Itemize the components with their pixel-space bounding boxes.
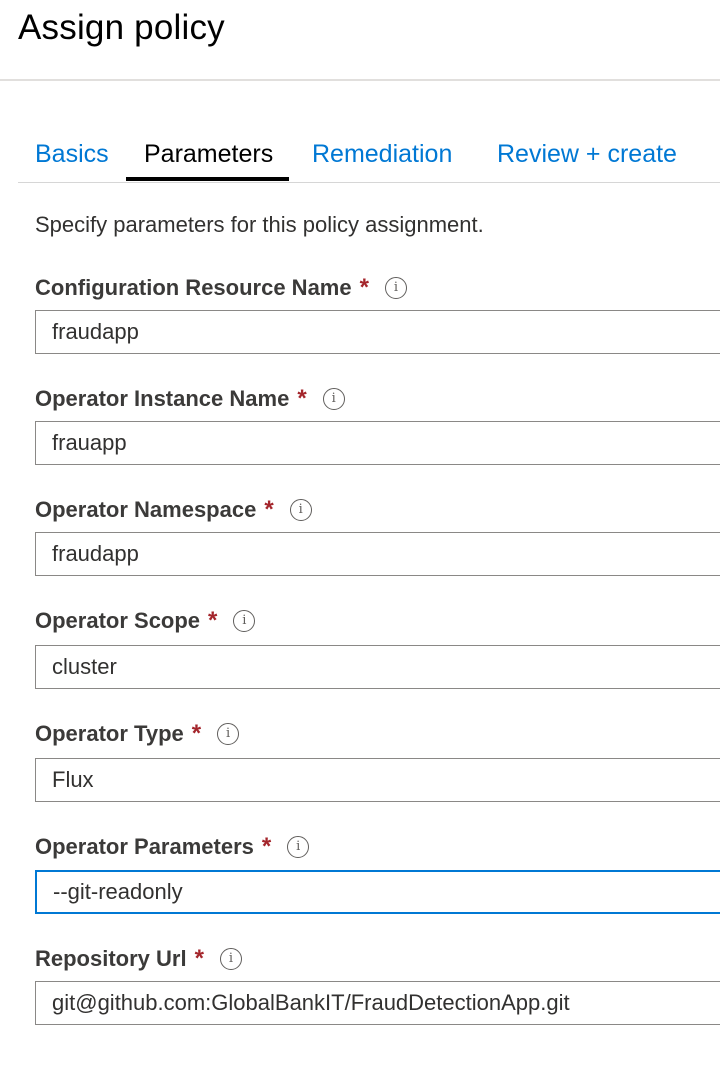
field-label-text: Operator Type xyxy=(35,721,184,746)
repository-url-input[interactable] xyxy=(35,981,720,1025)
operator-namespace-input[interactable] xyxy=(35,532,720,576)
form-description: Specify parameters for this policy assig… xyxy=(35,212,484,237)
operator-parameters-input[interactable] xyxy=(35,870,720,914)
info-icon[interactable]: i xyxy=(384,277,407,299)
required-asterisk: * xyxy=(194,945,204,972)
operator-scope-input[interactable] xyxy=(35,645,720,689)
operator-instance-name-label: Operator Instance Name * i xyxy=(35,383,345,415)
tab-remediation[interactable]: Remediation xyxy=(312,138,452,170)
info-icon[interactable]: i xyxy=(322,388,345,410)
required-asterisk: * xyxy=(359,274,369,301)
info-icon[interactable]: i xyxy=(219,948,242,970)
field-label-text: Repository Url xyxy=(35,946,187,971)
operator-parameters-label: Operator Parameters * i xyxy=(35,831,310,863)
required-asterisk: * xyxy=(261,833,272,860)
configuration-resource-name-label: Configuration Resource Name * i xyxy=(35,272,407,304)
field-label-text: Operator Scope xyxy=(35,608,201,633)
required-asterisk: * xyxy=(264,496,274,523)
tab-review-create[interactable]: Review + create xyxy=(497,138,677,170)
active-tab-indicator xyxy=(126,177,289,181)
tab-basics[interactable]: Basics xyxy=(35,138,109,170)
info-icon[interactable]: i xyxy=(289,499,312,521)
tab-bar: Basics Parameters Remediation Review + c… xyxy=(18,130,720,183)
operator-instance-name-input[interactable] xyxy=(35,421,720,465)
required-asterisk: * xyxy=(297,385,307,412)
field-label-text: Configuration Resource Name xyxy=(35,275,352,300)
info-icon[interactable]: i xyxy=(287,836,310,858)
blade-header: Assign policy xyxy=(0,0,720,81)
info-icon[interactable]: i xyxy=(233,610,256,632)
field-label-text: Operator Instance Name xyxy=(35,386,290,411)
info-icon[interactable]: i xyxy=(217,723,240,745)
required-asterisk: * xyxy=(208,607,218,634)
configuration-resource-name-input[interactable] xyxy=(35,310,720,354)
required-asterisk: * xyxy=(191,720,202,747)
operator-namespace-label: Operator Namespace * i xyxy=(35,494,312,526)
tab-parameters[interactable]: Parameters xyxy=(144,138,273,170)
operator-type-input[interactable] xyxy=(35,758,720,802)
field-label-text: Operator Parameters xyxy=(35,834,254,859)
repository-url-label: Repository Url * i xyxy=(35,943,242,975)
page-title: Assign policy xyxy=(18,8,225,47)
operator-type-label: Operator Type * i xyxy=(35,718,240,750)
operator-scope-label: Operator Scope * i xyxy=(35,605,256,637)
field-label-text: Operator Namespace xyxy=(35,497,257,522)
